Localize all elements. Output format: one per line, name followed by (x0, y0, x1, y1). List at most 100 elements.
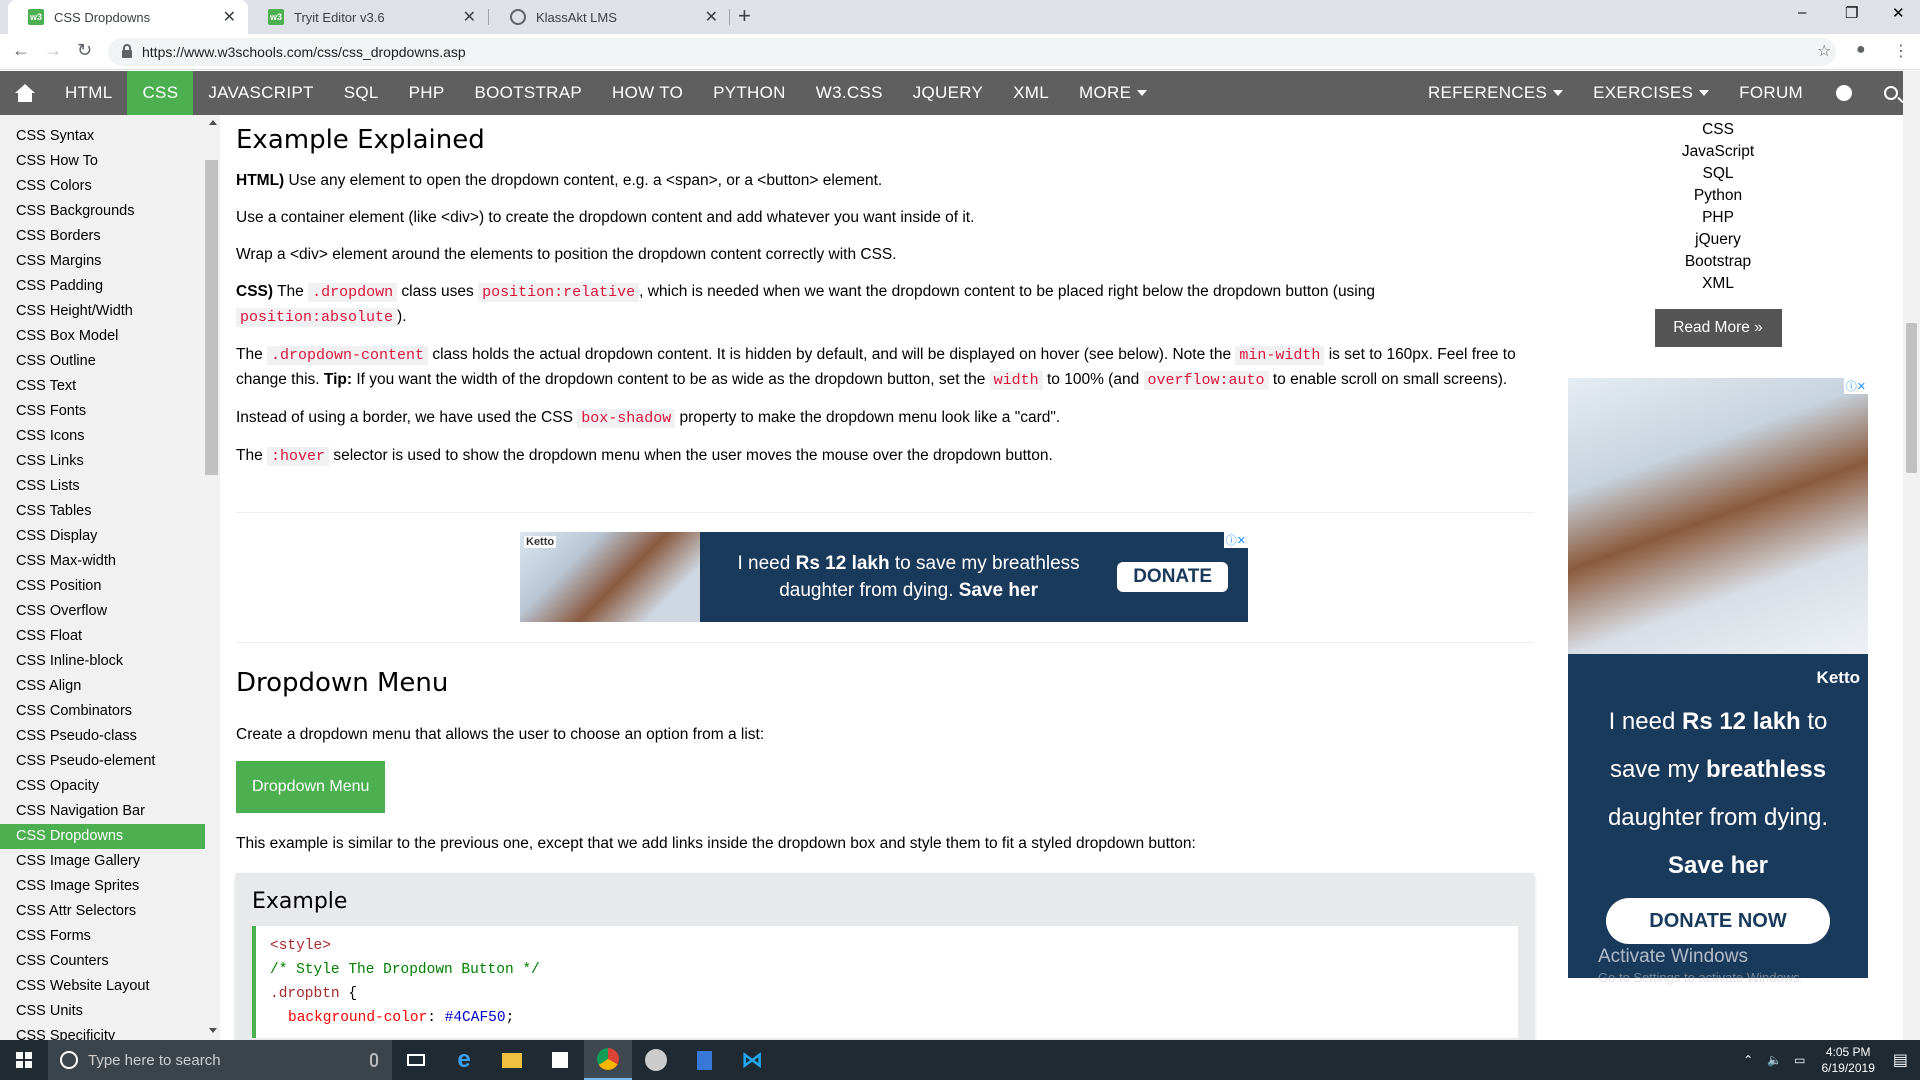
sidebar-item-css-how-to[interactable]: CSS How To (0, 149, 205, 174)
clock[interactable]: 4:05 PM 6/19/2019 (1821, 1044, 1874, 1076)
nav-more[interactable]: MORE (1064, 71, 1162, 115)
chrome-menu-icon[interactable]: ⋮ (1893, 41, 1909, 61)
store-icon[interactable] (536, 1040, 584, 1080)
tab-css-dropdowns[interactable]: w3 CSS Dropdowns ✕ (8, 0, 248, 34)
network-icon[interactable]: ▭ (1794, 1053, 1805, 1067)
nav-javascript[interactable]: JAVASCRIPT (193, 71, 328, 115)
sidebar-item-css-max-width[interactable]: CSS Max-width (0, 549, 205, 574)
scroll-down-icon[interactable] (209, 1028, 217, 1033)
sidebar-item-css-tables[interactable]: CSS Tables (0, 499, 205, 524)
restore-icon[interactable]: ❐ (1845, 4, 1858, 22)
sidebar-item-css-align[interactable]: CSS Align (0, 674, 205, 699)
new-tab-icon[interactable]: + (738, 3, 751, 29)
nav-forum[interactable]: FORUM (1724, 71, 1818, 115)
nav-jquery[interactable]: JQUERY (898, 71, 998, 115)
sidebar-item-css-position[interactable]: CSS Position (0, 574, 205, 599)
app-icon[interactable] (632, 1040, 680, 1080)
vscode-icon[interactable]: ⋈ (728, 1040, 776, 1080)
nav-bootstrap[interactable]: BOOTSTRAP (459, 71, 597, 115)
reference-link-css[interactable]: CSS (1566, 119, 1870, 141)
page-scrollbar[interactable] (1903, 71, 1920, 1040)
microphone-icon[interactable] (370, 1053, 378, 1067)
nav-css[interactable]: CSS (127, 71, 194, 115)
close-tab-icon[interactable]: ✕ (705, 7, 718, 27)
ad-donate-button[interactable]: DONATE (1117, 562, 1228, 592)
taskbar-search[interactable]: Type here to search (48, 1040, 392, 1080)
nav-sql[interactable]: SQL (329, 71, 394, 115)
sidebar-item-css-outline[interactable]: CSS Outline (0, 349, 205, 374)
home-button[interactable] (0, 71, 50, 115)
sidebar-item-css-backgrounds[interactable]: CSS Backgrounds (0, 199, 205, 224)
sidebar-item-css-height-width[interactable]: CSS Height/Width (0, 299, 205, 324)
nav-php[interactable]: PHP (394, 71, 460, 115)
tab-klassakt-lms[interactable]: KlassAkt LMS ✕ (490, 0, 730, 34)
scroll-up-icon[interactable] (209, 120, 217, 125)
sidebar-item-css-combinators[interactable]: CSS Combinators (0, 699, 205, 724)
sidebar-item-css-counters[interactable]: CSS Counters (0, 949, 205, 974)
sidebar-item-css-fonts[interactable]: CSS Fonts (0, 399, 205, 424)
volume-icon[interactable]: 🔈 (1767, 1053, 1782, 1067)
sidebar-item-css-inline-block[interactable]: CSS Inline-block (0, 649, 205, 674)
code-block[interactable]: <style> /* Style The Dropdown Button */ … (252, 926, 1518, 1038)
edge-browser-icon[interactable]: e (440, 1040, 488, 1080)
sidebar-item-css-forms[interactable]: CSS Forms (0, 924, 205, 949)
ad-close-icon[interactable]: ⓘ✕ (1843, 378, 1868, 394)
sidebar-item-css-introduction[interactable]: CSS Introduction (0, 115, 205, 124)
sidebar-item-css-navigation-bar[interactable]: CSS Navigation Bar (0, 799, 205, 824)
sidebar-scrollbar[interactable] (205, 115, 220, 1040)
sidebar-item-css-image-gallery[interactable]: CSS Image Gallery (0, 849, 205, 874)
sidebar-item-css-display[interactable]: CSS Display (0, 524, 205, 549)
reference-link-javascript[interactable]: JavaScript (1566, 141, 1870, 163)
sidebar-item-css-website-layout[interactable]: CSS Website Layout (0, 974, 205, 999)
sidebar-item-css-opacity[interactable]: CSS Opacity (0, 774, 205, 799)
start-button[interactable] (0, 1040, 48, 1080)
sidebar-item-css-units[interactable]: CSS Units (0, 999, 205, 1024)
nav-how-to[interactable]: HOW TO (597, 71, 698, 115)
sidebar-item-css-links[interactable]: CSS Links (0, 449, 205, 474)
reference-link-jquery[interactable]: jQuery (1566, 229, 1870, 251)
sidebar-item-css-lists[interactable]: CSS Lists (0, 474, 205, 499)
file-explorer-icon[interactable] (488, 1040, 536, 1080)
profile-avatar-icon[interactable]: ● (1856, 41, 1866, 59)
nav-references[interactable]: REFERENCES (1413, 71, 1578, 115)
side-advertisement[interactable]: ⓘ✕ Ketto I need Rs 12 lakh to save my br… (1568, 378, 1868, 978)
banner-advertisement[interactable]: Ketto I need Rs 12 lakh to save my breat… (520, 532, 1248, 622)
sidebar-item-css-box-model[interactable]: CSS Box Model (0, 324, 205, 349)
close-tab-icon[interactable]: ✕ (463, 7, 476, 27)
sidebar-item-css-colors[interactable]: CSS Colors (0, 174, 205, 199)
task-view-icon[interactable] (392, 1040, 440, 1080)
sidebar-item-css-dropdowns[interactable]: CSS Dropdowns (0, 824, 205, 849)
notification-icon[interactable]: ▤ (1893, 1050, 1908, 1070)
close-tab-icon[interactable]: ✕ (223, 7, 236, 27)
ad-donate-now-button[interactable]: DONATE NOW (1606, 898, 1830, 944)
sidebar-item-css-image-sprites[interactable]: CSS Image Sprites (0, 874, 205, 899)
chevron-up-icon[interactable]: ⌃ (1743, 1053, 1753, 1067)
sidebar-item-css-specificity[interactable]: CSS Specificity (0, 1024, 205, 1040)
chrome-icon[interactable] (584, 1040, 632, 1080)
document-icon[interactable] (680, 1040, 728, 1080)
read-more-button[interactable]: Read More » (1654, 309, 1782, 347)
reference-link-php[interactable]: PHP (1566, 207, 1870, 229)
sidebar-item-css-attr-selectors[interactable]: CSS Attr Selectors (0, 899, 205, 924)
sidebar-item-css-float[interactable]: CSS Float (0, 624, 205, 649)
sidebar-item-css-pseudo-element[interactable]: CSS Pseudo-element (0, 749, 205, 774)
sidebar-item-css-padding[interactable]: CSS Padding (0, 274, 205, 299)
reference-link-python[interactable]: Python (1566, 185, 1870, 207)
reference-link-bootstrap[interactable]: Bootstrap (1566, 251, 1870, 273)
close-window-icon[interactable]: ✕ (1892, 4, 1905, 22)
reference-link-xml[interactable]: XML (1566, 273, 1870, 295)
translate-button[interactable] (1818, 71, 1870, 115)
sidebar-item-css-overflow[interactable]: CSS Overflow (0, 599, 205, 624)
page-scroll-thumb[interactable] (1906, 323, 1917, 473)
ad-close-icon[interactable]: ⓘ✕ (1223, 532, 1248, 548)
nav-python[interactable]: PYTHON (698, 71, 801, 115)
sidebar-item-css-margins[interactable]: CSS Margins (0, 249, 205, 274)
nav-exercises[interactable]: EXERCISES (1578, 71, 1724, 115)
sidebar-scroll-thumb[interactable] (205, 160, 218, 475)
sidebar-item-css-borders[interactable]: CSS Borders (0, 224, 205, 249)
sidebar-item-css-text[interactable]: CSS Text (0, 374, 205, 399)
bookmark-star-icon[interactable]: ☆ (1817, 41, 1831, 61)
url-bar[interactable]: https://www.w3schools.com/css/css_dropdo… (108, 38, 1836, 66)
sidebar-item-css-syntax[interactable]: CSS Syntax (0, 124, 205, 149)
nav-html[interactable]: HTML (50, 71, 127, 115)
